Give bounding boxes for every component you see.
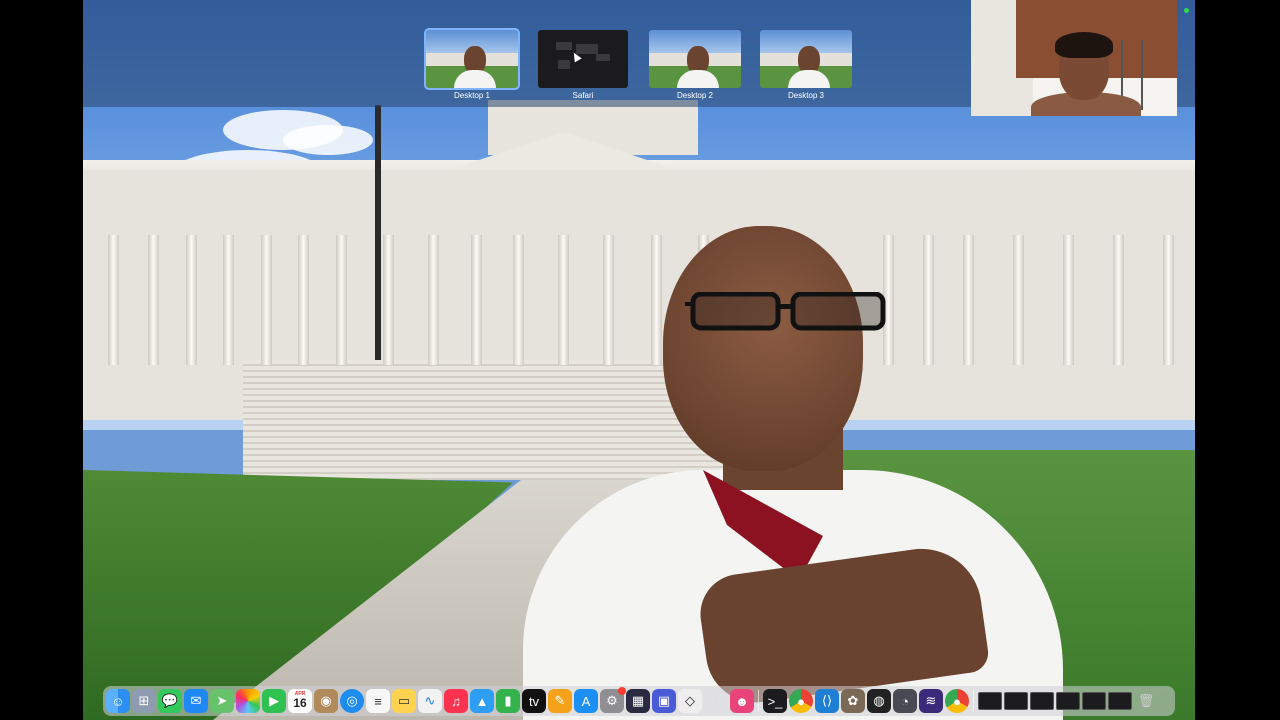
column [1163, 235, 1174, 365]
vscode-icon[interactable]: ⟨⟩ [815, 689, 839, 713]
space-safari[interactable]: Safari [538, 30, 628, 100]
webcam-overlay [971, 0, 1177, 116]
column [1013, 235, 1024, 365]
column [261, 235, 272, 365]
mail-icon[interactable]: ✉ [184, 689, 208, 713]
column [336, 235, 347, 365]
safari-icon[interactable]: ◎ [340, 689, 364, 713]
dock: ☺ ⊞ 💬 ✉ ➤ ▶ APR 16 ◉ ◎ ≡ ▭ ∿ ♫ ▲ ▮ tv ✎ … [103, 686, 1175, 716]
thumbnail-shirt [788, 70, 830, 88]
column [513, 235, 524, 365]
facetime-icon[interactable]: ▶ [262, 689, 286, 713]
webcam-lamp [1141, 40, 1143, 110]
messages-icon[interactable]: 💬 [158, 689, 182, 713]
camera-indicator-icon [1184, 8, 1189, 13]
minimized-window[interactable] [978, 692, 1002, 710]
reminders-icon[interactable]: ≡ [366, 689, 390, 713]
audio-icon[interactable]: ≋ [919, 689, 943, 713]
window-preview [596, 54, 610, 61]
system-settings-icon[interactable]: ⚙ [600, 687, 626, 713]
column [428, 235, 439, 365]
column [558, 235, 569, 365]
column [298, 235, 309, 365]
minimized-window[interactable] [1030, 692, 1054, 710]
glasses [685, 292, 886, 331]
notes-icon[interactable]: ▭ [392, 689, 416, 713]
column [186, 235, 197, 365]
window-preview [576, 44, 598, 54]
minimized-window[interactable] [1108, 692, 1132, 710]
gimp-icon[interactable]: ✿ [841, 689, 865, 713]
screen-sharing-icon[interactable]: ▣ [652, 689, 676, 713]
freeform-icon[interactable]: ∿ [418, 689, 442, 713]
trash-icon[interactable]: 🗑 [1134, 689, 1158, 713]
calendar-day: 16 [293, 696, 307, 710]
music-icon[interactable]: ♫ [444, 689, 468, 713]
tv-icon[interactable]: tv [522, 689, 546, 713]
dock-separator [973, 690, 974, 712]
dock-separator [758, 690, 759, 712]
finder-icon[interactable]: ☺ [106, 689, 130, 713]
keynote-icon[interactable]: ▲ [470, 689, 494, 713]
window-preview [558, 60, 570, 69]
terminal-icon[interactable]: >_ [763, 689, 787, 713]
space-thumbnail[interactable] [649, 30, 741, 88]
space-label: Safari [572, 91, 594, 100]
space-label: Desktop 2 [676, 91, 714, 100]
space-label: Desktop 3 [787, 91, 825, 100]
column [108, 235, 119, 365]
space-thumbnail[interactable] [538, 30, 628, 88]
space-desktop-3[interactable]: Desktop 3 [760, 30, 852, 100]
obs-icon[interactable]: ◍ [867, 689, 891, 713]
column [223, 235, 234, 365]
notification-badge [618, 687, 626, 695]
calendar-icon[interactable]: APR 16 [288, 689, 312, 713]
desktop-screen: Desktop 1 Safari Desktop 2 Desktop 3 [83, 0, 1195, 720]
space-label: Desktop 1 [453, 91, 491, 100]
app-store-icon[interactable]: A [574, 689, 598, 713]
mission-control-icon[interactable]: ▦ [626, 689, 650, 713]
column [603, 235, 614, 365]
space-thumbnail[interactable] [424, 28, 520, 90]
maps-icon[interactable]: ➤ [210, 689, 234, 713]
cloud [283, 125, 373, 155]
thumbnail-shirt [677, 70, 719, 88]
column [471, 235, 482, 365]
unity-icon[interactable]: ◇ [678, 689, 702, 713]
numbers-icon[interactable]: ▮ [496, 689, 520, 713]
photos-icon[interactable] [236, 689, 260, 713]
minimized-window[interactable] [1082, 692, 1106, 710]
space-thumbnail[interactable] [760, 30, 852, 88]
chrome-icon[interactable]: ● [789, 689, 813, 713]
contacts-icon[interactable]: ◉ [314, 689, 338, 713]
person-head [663, 226, 863, 471]
bot-icon[interactable]: ☻ [730, 689, 754, 713]
webcam-person-hair [1055, 32, 1113, 58]
launchpad-icon[interactable]: ⊞ [132, 689, 156, 713]
disk-utility-icon[interactable]: ◔ [893, 689, 917, 713]
column [651, 235, 662, 365]
window-preview [556, 42, 572, 50]
thumbnail-shirt [454, 70, 496, 88]
minimized-window[interactable] [1056, 692, 1080, 710]
space-desktop-1[interactable]: Desktop 1 [424, 28, 520, 100]
column [923, 235, 934, 365]
minimized-window[interactable] [1004, 692, 1028, 710]
column [1063, 235, 1074, 365]
column [148, 235, 159, 365]
column [383, 235, 394, 365]
pages-icon[interactable]: ✎ [548, 689, 572, 713]
column [963, 235, 974, 365]
column [1113, 235, 1124, 365]
help-icon[interactable]: ? [704, 689, 728, 713]
chrome-canary-icon[interactable]: ● [945, 689, 969, 713]
space-desktop-2[interactable]: Desktop 2 [649, 30, 741, 100]
